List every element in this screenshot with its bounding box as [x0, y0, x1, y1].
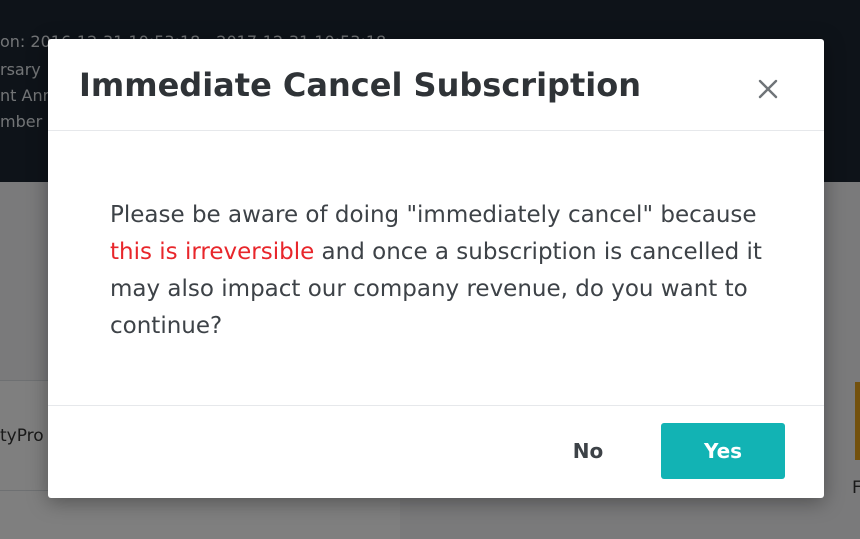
no-button[interactable]: No [540, 423, 636, 479]
close-icon [758, 79, 778, 99]
dialog-message: Please be aware of doing "immediately ca… [110, 197, 780, 345]
close-button[interactable] [748, 69, 788, 109]
dialog-footer: No Yes [48, 405, 824, 498]
dialog-header: Immediate Cancel Subscription [48, 39, 824, 131]
dialog-title: Immediate Cancel Subscription [79, 66, 641, 104]
yes-button[interactable]: Yes [661, 423, 785, 479]
cancel-subscription-dialog: Immediate Cancel Subscription Please be … [48, 39, 824, 498]
warning-text: this is irreversible [110, 239, 315, 265]
message-text: Please be aware of doing "immediately ca… [110, 202, 757, 228]
